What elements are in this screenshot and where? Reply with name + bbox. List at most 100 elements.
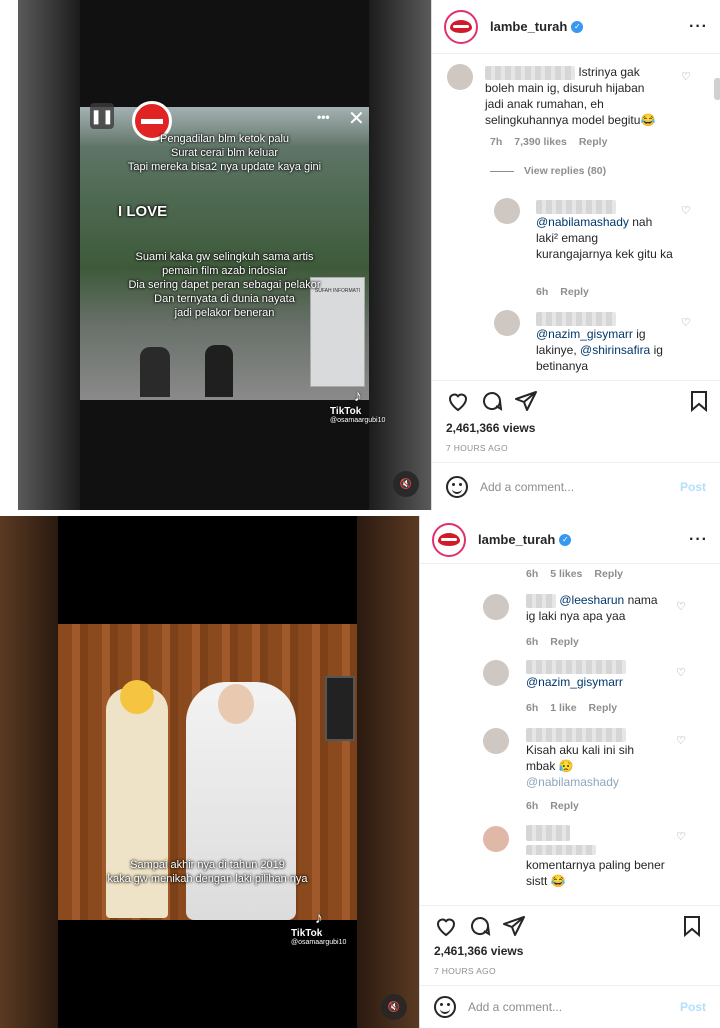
blurred-username[interactable] — [485, 65, 575, 80]
person-silhouette — [205, 345, 233, 397]
comment-meta: 7h 7,390 likes Reply — [490, 136, 608, 148]
overlay-top-text: Pengadilan blm ketok palu Surat cerai bl… — [127, 133, 322, 173]
heart-icon[interactable]: ♡ — [676, 666, 686, 679]
post-header: lambe_turah ✓ ··· — [420, 516, 720, 564]
mention-link[interactable]: @nabilamashady — [526, 775, 619, 789]
heart-icon[interactable]: ♡ — [676, 734, 686, 747]
blurred-username[interactable] — [526, 593, 556, 608]
likes-count[interactable]: 5 likes — [550, 568, 582, 580]
lips-logo-icon — [438, 533, 460, 546]
video-blur-left — [0, 516, 58, 1028]
add-comment-bar: Add a comment... Post — [432, 462, 720, 510]
reply-button[interactable]: Reply — [550, 636, 579, 648]
reply-button[interactable]: Reply — [594, 568, 623, 580]
mute-icon[interactable]: 🔇 — [381, 994, 407, 1020]
person-silhouette — [140, 347, 170, 397]
close-icon[interactable]: ✕ — [348, 106, 365, 131]
share-icon[interactable] — [502, 914, 526, 938]
timestamp[interactable]: 7 HOURS AGO — [434, 966, 496, 976]
blurred-username[interactable] — [526, 844, 596, 855]
verified-icon: ✓ — [571, 20, 584, 33]
likes-count[interactable]: 1 like — [550, 702, 576, 714]
comment-meta: 6h 5 likes Reply — [526, 568, 623, 580]
comments-list[interactable]: 6h 5 likes Reply @leesharun nama ig laki n… — [420, 564, 720, 908]
comment-icon[interactable] — [480, 389, 504, 413]
emoji-icon[interactable] — [434, 996, 456, 1018]
heart-icon[interactable]: ♡ — [681, 316, 691, 329]
reply-1: @leesharun nama ig laki nya apa yaa — [526, 593, 658, 623]
timestamp[interactable]: 7 HOURS AGO — [446, 443, 508, 453]
overlay-text: Sampai akhir nya di tahun 2019 kaka gw m… — [107, 859, 308, 885]
video-blur-right — [369, 0, 431, 510]
heart-icon[interactable] — [434, 914, 458, 938]
post-1: SUFAH INFORMATI ❚❚ ••• ✕ Pengadilan blm … — [0, 0, 720, 510]
comments-list[interactable]: Istrinya gak boleh main ig, disuruh hija… — [432, 54, 720, 380]
reply-button[interactable]: Reply — [579, 136, 608, 148]
post-header: lambe_turah ✓ ··· — [432, 0, 720, 54]
post-2-video[interactable]: Sampai akhir nya di tahun 2019 kaka gw m… — [0, 516, 419, 1028]
overlay-i-love: I LOVE — [118, 203, 168, 220]
comment-meta: 6h Reply — [526, 800, 579, 812]
heart-icon[interactable]: ♡ — [676, 600, 686, 613]
reply-button[interactable]: Reply — [550, 800, 579, 812]
mention-link[interactable]: @leesharun — [559, 593, 624, 607]
mention-link[interactable]: @nazim_gisymarr — [526, 675, 623, 689]
emoji-face-icon — [120, 680, 154, 714]
reply-button[interactable]: Reply — [560, 286, 589, 298]
bookmark-icon[interactable] — [687, 389, 711, 413]
heart-icon[interactable]: ♡ — [681, 70, 691, 83]
blurred-username[interactable] — [526, 824, 570, 841]
heart-icon[interactable] — [446, 389, 470, 413]
add-comment-bar: Add a comment... Post — [420, 985, 720, 1028]
avatar[interactable] — [483, 826, 509, 852]
account-name[interactable]: lambe_turah — [490, 19, 567, 34]
comment-input[interactable]: Add a comment... — [468, 1000, 562, 1014]
bookmark-icon[interactable] — [680, 914, 704, 938]
more-icon[interactable]: ··· — [689, 18, 708, 36]
mention-link[interactable]: @nazim_gisymarr — [536, 327, 633, 341]
reply-2: @nazim_gisymarr — [526, 658, 666, 690]
avatar[interactable] — [483, 728, 509, 754]
post-button[interactable]: Post — [680, 1000, 706, 1014]
account-name[interactable]: lambe_turah — [478, 532, 555, 547]
blurred-username[interactable] — [526, 659, 626, 674]
view-replies-button[interactable]: View replies (80) — [490, 165, 618, 177]
comment-main: Istrinya gak boleh main ig, disuruh hija… — [485, 64, 665, 128]
video-blur-right — [357, 516, 419, 1028]
post-button[interactable]: Post — [680, 480, 706, 494]
comment-input[interactable]: Add a comment... — [480, 480, 574, 494]
mention-link[interactable]: @shirinsafira — [580, 343, 650, 357]
comment-meta: 6h 1 like Reply — [526, 702, 618, 714]
blurred-username[interactable] — [526, 727, 626, 742]
reply-button[interactable]: Reply — [589, 702, 618, 714]
reply-3: Kisah aku kali ini sih mbak 😥 @nabilamas… — [526, 726, 666, 790]
blurred-username[interactable] — [536, 199, 616, 214]
more-icon[interactable]: ··· — [689, 531, 708, 549]
video-blur-left — [18, 0, 80, 510]
avatar[interactable] — [483, 594, 509, 620]
mention-link[interactable]: @nabilamashady — [536, 215, 629, 229]
avatar[interactable] — [494, 310, 520, 336]
post-1-video[interactable]: SUFAH INFORMATI ❚❚ ••• ✕ Pengadilan blm … — [18, 0, 431, 510]
views-count[interactable]: 2,461,366 views — [434, 944, 523, 958]
heart-icon[interactable]: ♡ — [681, 204, 691, 217]
comment-icon[interactable] — [468, 914, 492, 938]
heart-icon[interactable]: ♡ — [676, 830, 686, 843]
blurred-username[interactable] — [536, 311, 616, 326]
avatar[interactable] — [432, 522, 466, 557]
share-icon[interactable] — [514, 389, 538, 413]
comment-meta: 6h Reply — [526, 636, 579, 648]
scrollbar[interactable] — [714, 78, 720, 100]
likes-count[interactable]: 7,390 likes — [514, 136, 567, 148]
views-count[interactable]: 2,461,366 views — [446, 421, 535, 435]
emoji-icon[interactable] — [446, 475, 468, 498]
pause-icon[interactable]: ❚❚ — [90, 103, 114, 129]
more-icon[interactable]: ••• — [317, 110, 330, 124]
avatar[interactable] — [444, 9, 478, 44]
avatar[interactable] — [483, 660, 509, 686]
avatar[interactable] — [447, 64, 473, 90]
verified-icon: ✓ — [559, 533, 572, 546]
avatar[interactable] — [494, 198, 520, 224]
action-bar — [432, 380, 720, 418]
mute-icon[interactable]: 🔇 — [393, 471, 419, 497]
